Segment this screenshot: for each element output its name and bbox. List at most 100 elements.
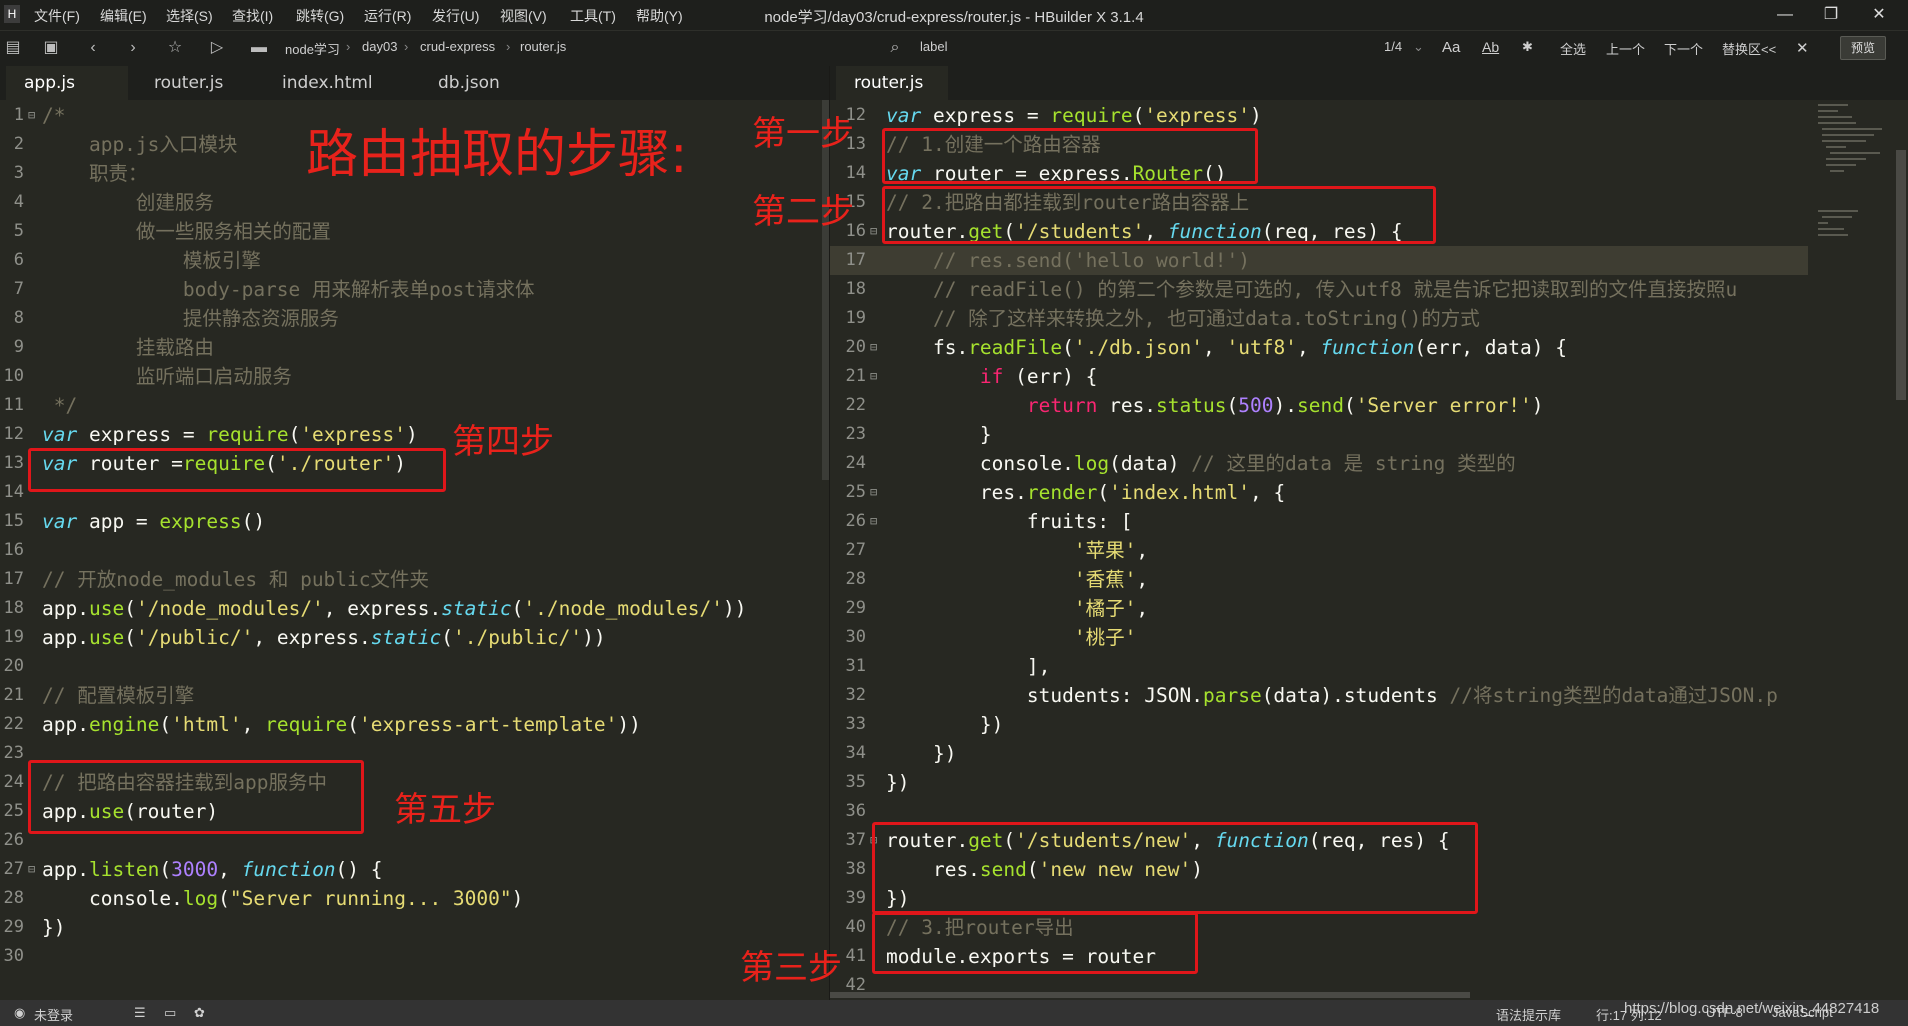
left-editor[interactable]: 1 ⊟/* 2 app.js入口模块 3 职责： 4 创建服务 5 做一些服务相关的配置 6…	[0, 100, 822, 1000]
code-line[interactable]: 28 console.log("Server running... 3000")	[0, 884, 822, 913]
fold-toggle-icon[interactable]: ⊟	[870, 333, 877, 362]
close-search-icon[interactable]: ✕	[1796, 39, 1809, 57]
breadcrumb-item[interactable]: crud-express	[420, 39, 495, 54]
code-line[interactable]: 32 students: JSON.parse(data).students /…	[830, 681, 1808, 710]
save-icon[interactable]: ▣	[40, 37, 62, 59]
code-line[interactable]: 20	[0, 652, 822, 681]
code-line[interactable]: 26 ⊟ fruits: [	[830, 507, 1808, 536]
code-line[interactable]: 17 // 开放node_modules 和 public文件夹	[0, 565, 822, 594]
breadcrumb-item[interactable]: node学习	[285, 39, 340, 58]
list-icon[interactable]: ☰	[134, 1005, 146, 1021]
code-line[interactable]: 10 监听端口启动服务	[0, 362, 822, 391]
menu-goto[interactable]: 跳转(G)	[296, 6, 344, 26]
code-line[interactable]: 6 模板引擎	[0, 246, 822, 275]
code-line[interactable]: 19 // 除了这样来转换之外, 也可通过data.toString()的方式	[830, 304, 1808, 333]
code-line[interactable]: 27 ⊟ app.listen(3000, function() {	[0, 855, 822, 884]
code-line[interactable]: 22 return res.status(500).send('Server e…	[830, 391, 1808, 420]
code-line[interactable]: 17 // res.send('hello world!')	[830, 246, 1808, 275]
code-line[interactable]: 5 做一些服务相关的配置	[0, 217, 822, 246]
tab-app-js[interactable]: app.js	[6, 66, 128, 100]
fold-toggle-icon[interactable]: ⊟	[870, 217, 877, 246]
forward-icon[interactable]: ›	[122, 37, 144, 59]
code-line[interactable]: 12 var express = require('express')	[830, 101, 1808, 130]
code-line[interactable]: 20 ⊟ fs.readFile('./db.json', 'utf8', fun…	[830, 333, 1808, 362]
code-token: , express.	[323, 597, 442, 620]
minimap[interactable]	[1808, 100, 1908, 1000]
tab-db-json[interactable]: db.json	[420, 66, 518, 100]
run-icon[interactable]: ▷	[206, 37, 228, 59]
menu-publish[interactable]: 发行(U)	[432, 6, 479, 26]
match-word-button[interactable]: Ab	[1482, 39, 1499, 55]
code-line[interactable]: 21 // 配置模板引擎	[0, 681, 822, 710]
minimize-icon[interactable]: —	[1762, 2, 1808, 28]
menu-file[interactable]: 文件(F)	[34, 6, 80, 26]
chevron-down-icon[interactable]: ⌄	[1413, 39, 1424, 55]
select-all-button[interactable]: 全选	[1560, 39, 1586, 58]
tab-index-html[interactable]: index.html	[264, 66, 391, 100]
code-line[interactable]: 33 })	[830, 710, 1808, 739]
fold-toggle-icon[interactable]: ⊟	[870, 362, 877, 391]
code-line[interactable]: 21 ⊟ if (err) {	[830, 362, 1808, 391]
right-horizontal-scrollbar[interactable]	[830, 992, 1470, 998]
code-line[interactable]: 23 }	[830, 420, 1808, 449]
code-line[interactable]: 8 提供静态资源服务	[0, 304, 822, 333]
code-line[interactable]: 18 // readFile() 的第二个参数是可选的, 传入utf8 就是告诉…	[830, 275, 1808, 304]
code-line[interactable]: 27 '苹果',	[830, 536, 1808, 565]
search-input[interactable]: label	[920, 39, 947, 54]
menu-select[interactable]: 选择(S)	[166, 6, 213, 26]
code-line[interactable]: 4 创建服务	[0, 188, 822, 217]
code-line[interactable]: 22 app.engine('html', require('express-ar…	[0, 710, 822, 739]
menu-run[interactable]: 运行(R)	[364, 6, 411, 26]
maximize-icon[interactable]: ❐	[1808, 2, 1854, 28]
right-scrollbar[interactable]	[1896, 150, 1906, 400]
code-line[interactable]: 24 console.log(data) // 这里的data 是 string…	[830, 449, 1808, 478]
match-case-button[interactable]: Aa	[1442, 39, 1460, 56]
fold-toggle-icon[interactable]: ⊟	[28, 101, 35, 130]
code-line[interactable]: 30 '桃子'	[830, 623, 1808, 652]
code-line[interactable]: 25 ⊟ res.render('index.html', {	[830, 478, 1808, 507]
prev-match-button[interactable]: 上一个	[1606, 39, 1645, 58]
menu-edit[interactable]: 编辑(E)	[100, 6, 147, 26]
fold-toggle-icon[interactable]: ⊟	[870, 507, 877, 536]
code-line[interactable]: 35})	[830, 768, 1808, 797]
regex-icon[interactable]: ✱	[1522, 39, 1533, 55]
code-line[interactable]: 31 ],	[830, 652, 1808, 681]
code-line[interactable]: 29 '橘子',	[830, 594, 1808, 623]
replace-toggle-button[interactable]: 替换区<<	[1722, 39, 1776, 58]
preview-button[interactable]: 预览	[1840, 36, 1886, 60]
code-token: 'express'	[1144, 104, 1250, 127]
menu-view[interactable]: 视图(V)	[500, 6, 547, 26]
login-status[interactable]: 未登录	[34, 1005, 73, 1024]
fold-toggle-icon[interactable]: ⊟	[28, 855, 35, 884]
next-match-button[interactable]: 下一个	[1664, 39, 1703, 58]
code-line[interactable]: 16	[0, 536, 822, 565]
code-text: ],	[886, 652, 1051, 681]
code-line[interactable]: 19 app.use('/public/', express.static('./…	[0, 623, 822, 652]
code-line[interactable]: 18 app.use('/node_modules/', express.stat…	[0, 594, 822, 623]
tab-router-js-right[interactable]: router.js	[836, 66, 948, 100]
sidebar-toggle-icon[interactable]: ▤	[2, 37, 24, 59]
close-icon[interactable]: ✕	[1856, 2, 1902, 28]
code-line[interactable]: 28 '香蕉',	[830, 565, 1808, 594]
back-icon[interactable]: ‹	[82, 37, 104, 59]
code-line[interactable]: 7 body-parse 用来解析表单post请求体	[0, 275, 822, 304]
code-line[interactable]: 11 */	[0, 391, 822, 420]
breadcrumb-item[interactable]: router.js	[520, 39, 566, 54]
left-scrollbar[interactable]	[822, 100, 829, 480]
menu-help[interactable]: 帮助(Y)	[636, 6, 683, 26]
code-line[interactable]: 34 })	[830, 739, 1808, 768]
code-line[interactable]: 12 var express = require('express')	[0, 420, 822, 449]
terminal-icon[interactable]: ▭	[164, 1005, 176, 1021]
code-line[interactable]: 15 var app = express()	[0, 507, 822, 536]
menu-find[interactable]: 查找(I)	[232, 6, 273, 26]
breadcrumb-item[interactable]: day03	[362, 39, 397, 54]
code-line[interactable]: 30	[0, 942, 822, 971]
fold-toggle-icon[interactable]: ⊟	[870, 478, 877, 507]
star-icon[interactable]: ☆	[164, 37, 186, 59]
tab-router-js[interactable]: router.js	[136, 66, 241, 100]
code-line[interactable]: 29})	[0, 913, 822, 942]
code-line[interactable]: 9 挂载路由	[0, 333, 822, 362]
menu-tools[interactable]: 工具(T)	[570, 6, 616, 26]
syntax-hint[interactable]: 语法提示库	[1496, 1005, 1561, 1024]
bug-icon[interactable]: ✿	[194, 1005, 205, 1021]
